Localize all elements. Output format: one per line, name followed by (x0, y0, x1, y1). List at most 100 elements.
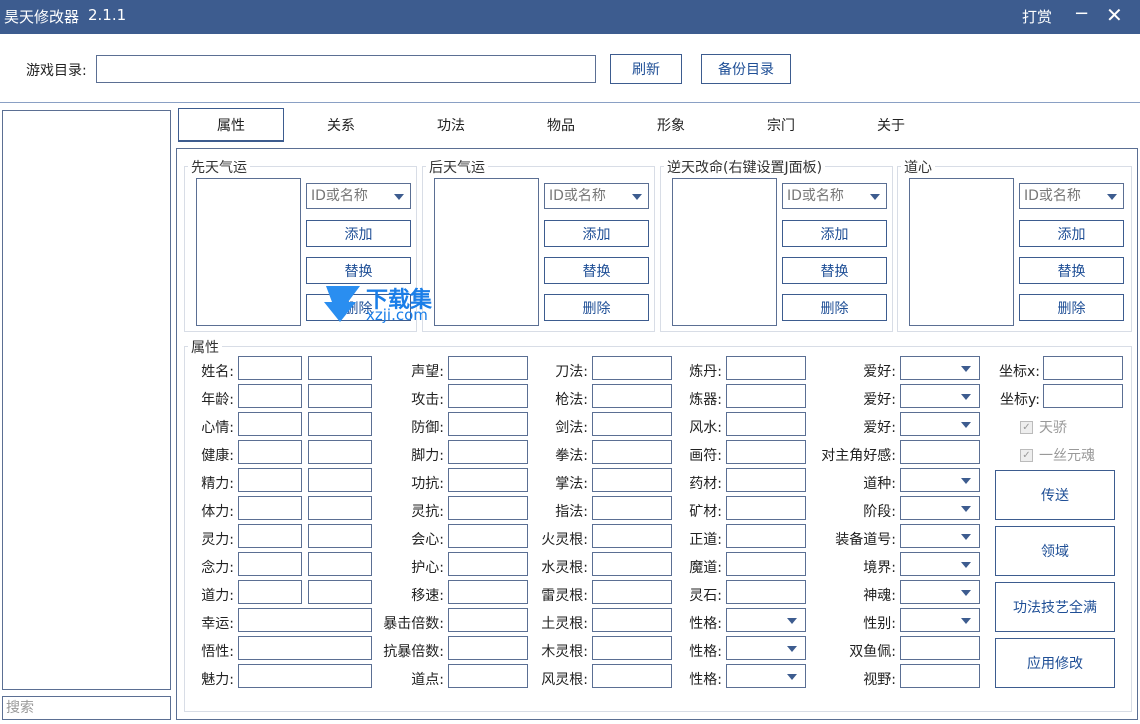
attr-col2-input[interactable] (448, 664, 528, 688)
attr-col1-input-b[interactable] (308, 440, 372, 464)
attr-col3-input[interactable] (592, 608, 672, 632)
attr-col4-input[interactable] (726, 552, 806, 576)
attr-col5-input[interactable] (900, 664, 980, 688)
attr-col2-input[interactable] (448, 356, 528, 380)
fate-change-replace-button[interactable]: 替换 (782, 257, 887, 284)
attr-col3-input[interactable] (592, 636, 672, 660)
personality-dropdown[interactable] (726, 636, 806, 660)
attr-col2-input[interactable] (448, 524, 528, 548)
attr-col3-input[interactable] (592, 496, 672, 520)
attr-col2-input[interactable] (448, 468, 528, 492)
minimize-icon[interactable]: − (1074, 3, 1089, 24)
attr-col1-input-a[interactable] (238, 468, 302, 492)
attr-col1-input-a[interactable] (238, 580, 302, 604)
dao-heart-add-button[interactable]: 添加 (1019, 220, 1124, 247)
save-list[interactable] (2, 110, 171, 690)
domain-button[interactable]: 领域 (995, 526, 1115, 576)
attr-col5-input[interactable] (900, 636, 980, 660)
coord-y-input[interactable] (1043, 384, 1123, 408)
tab-relations[interactable]: 关系 (288, 108, 394, 142)
attr-col4-input[interactable] (726, 580, 806, 604)
attr-col1-input-b[interactable] (308, 412, 372, 436)
attr-col2-input[interactable] (448, 636, 528, 660)
attr-col5-dropdown[interactable] (900, 608, 980, 632)
coord-x-input[interactable] (1043, 356, 1123, 380)
tab-appearance[interactable]: 形象 (618, 108, 724, 142)
attr-col5-dropdown[interactable] (900, 384, 980, 408)
attr-col4-input[interactable] (726, 384, 806, 408)
tab-about[interactable]: 关于 (838, 108, 944, 142)
acquired-luck-delete-button[interactable]: 删除 (544, 294, 649, 321)
refresh-button[interactable]: 刷新 (610, 54, 682, 84)
attr-col5-dropdown[interactable] (900, 552, 980, 576)
innate-luck-add-button[interactable]: 添加 (306, 220, 411, 247)
attr-col5-dropdown[interactable] (900, 580, 980, 604)
personality-dropdown[interactable] (726, 664, 806, 688)
tab-items[interactable]: 物品 (508, 108, 614, 142)
arrogant-checkbox[interactable]: ✓ 天骄 (1020, 417, 1067, 437)
attr-col1-input-b[interactable] (308, 496, 372, 520)
tab-skills[interactable]: 功法 (398, 108, 504, 142)
tab-sect[interactable]: 宗门 (728, 108, 834, 142)
attr-col4-input[interactable] (726, 468, 806, 492)
attr-col1-input[interactable] (238, 664, 372, 688)
attr-col1-input-b[interactable] (308, 552, 372, 576)
acquired-luck-combo[interactable]: ID或名称 (544, 183, 649, 209)
attr-col5-dropdown[interactable] (900, 356, 980, 380)
fate-change-add-button[interactable]: 添加 (782, 220, 887, 247)
attr-col3-input[interactable] (592, 412, 672, 436)
acquired-luck-add-button[interactable]: 添加 (544, 220, 649, 247)
innate-luck-combo[interactable]: ID或名称 (306, 183, 411, 209)
attr-col1-input-a[interactable] (238, 440, 302, 464)
search-input[interactable]: 搜索 (2, 696, 171, 720)
attr-col1-input-b[interactable] (308, 356, 372, 380)
max-skills-button[interactable]: 功法技艺全满 (995, 582, 1115, 632)
attr-col1-input-a[interactable] (238, 412, 302, 436)
tip-button[interactable]: 打赏 (1022, 6, 1052, 27)
attr-col2-input[interactable] (448, 384, 528, 408)
fate-change-delete-button[interactable]: 删除 (782, 294, 887, 321)
attr-col5-dropdown[interactable] (900, 468, 980, 492)
attr-col5-dropdown[interactable] (900, 524, 980, 548)
soul-checkbox[interactable]: ✓ 一丝元魂 (1020, 445, 1095, 465)
attr-col5-dropdown[interactable] (900, 412, 980, 436)
dao-heart-combo[interactable]: ID或名称 (1019, 183, 1124, 209)
close-icon[interactable]: ✕ (1106, 3, 1123, 27)
acquired-luck-replace-button[interactable]: 替换 (544, 257, 649, 284)
attr-col1-input-a[interactable] (238, 356, 302, 380)
attr-col4-input[interactable] (726, 356, 806, 380)
attr-col3-input[interactable] (592, 440, 672, 464)
attr-col3-input[interactable] (592, 664, 672, 688)
attr-col4-input[interactable] (726, 496, 806, 520)
fate-change-combo[interactable]: ID或名称 (782, 183, 887, 209)
attr-col1-input-a[interactable] (238, 552, 302, 576)
attr-col3-input[interactable] (592, 356, 672, 380)
attr-col3-input[interactable] (592, 552, 672, 576)
attr-col5-input[interactable] (900, 440, 980, 464)
dao-heart-list[interactable] (909, 178, 1014, 326)
attr-col1-input-b[interactable] (308, 524, 372, 548)
attr-col2-input[interactable] (448, 440, 528, 464)
teleport-button[interactable]: 传送 (995, 470, 1115, 520)
attr-col3-input[interactable] (592, 524, 672, 548)
attr-col1-input-b[interactable] (308, 384, 372, 408)
fate-change-list[interactable] (672, 178, 777, 326)
attr-col5-dropdown[interactable] (900, 496, 980, 520)
game-dir-input[interactable] (96, 55, 596, 83)
dao-heart-delete-button[interactable]: 删除 (1019, 294, 1124, 321)
attr-col1-input[interactable] (238, 608, 372, 632)
tab-attributes[interactable]: 属性 (178, 108, 284, 142)
attr-col2-input[interactable] (448, 552, 528, 576)
attr-col2-input[interactable] (448, 496, 528, 520)
attr-col3-input[interactable] (592, 468, 672, 492)
backup-dir-button[interactable]: 备份目录 (701, 54, 791, 84)
apply-changes-button[interactable]: 应用修改 (995, 638, 1115, 688)
attr-col3-input[interactable] (592, 580, 672, 604)
attr-col1-input-a[interactable] (238, 384, 302, 408)
attr-col2-input[interactable] (448, 580, 528, 604)
attr-col1-input[interactable] (238, 636, 372, 660)
attr-col4-input[interactable] (726, 524, 806, 548)
innate-luck-list[interactable] (196, 178, 301, 326)
attr-col4-input[interactable] (726, 440, 806, 464)
attr-col1-input-b[interactable] (308, 468, 372, 492)
